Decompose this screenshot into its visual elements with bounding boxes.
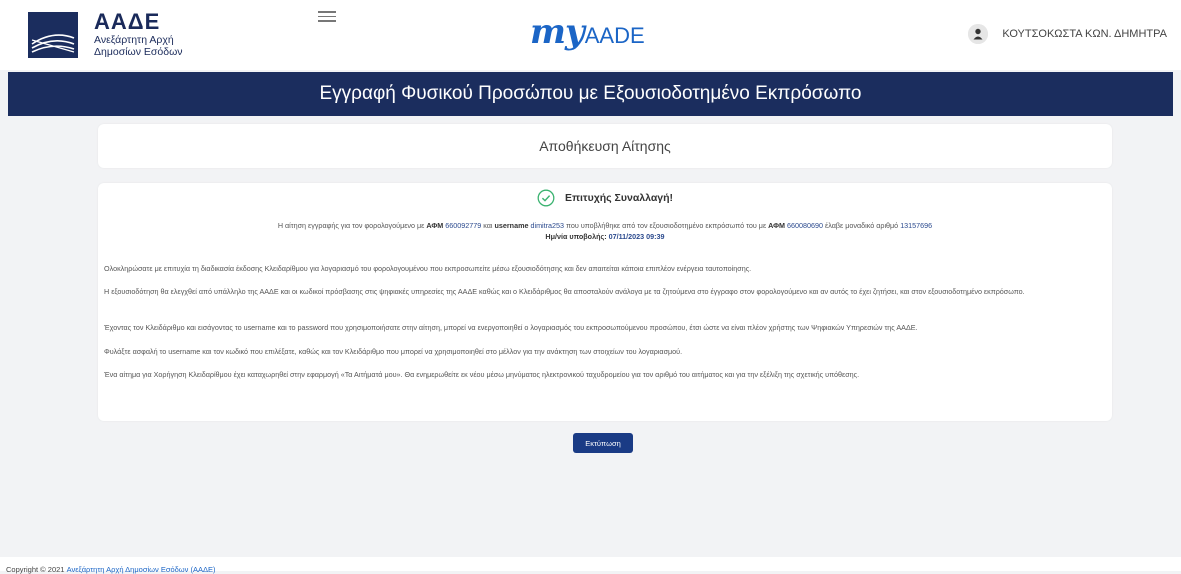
summary-text-3: που υποβλήθηκε από τον εξουσιοδοτημένο ε… [566,221,767,230]
application-summary: Η αίτηση εγγραφής για τον φορολογούμενο … [98,220,1112,242]
user-name: ΚΟΥΤΣΟΚΩΣΤΑ ΚΩΝ. ΔΗΜΗΤΡΑ [1002,28,1167,40]
afm-taxpayer: 660092779 [445,221,482,230]
info-paragraph-2: Η εξουσιοδότηση θα ελεγχθεί από υπάλληλο… [104,287,1025,296]
copyright: Copyright © 2021 Ανεξάρτητη Αρχή Δημοσίω… [6,565,216,574]
submission-date-value: 07/11/2023 09:39 [608,232,665,241]
afm-label-taxpayer: ΑΦΜ [426,221,444,230]
logo-subtitle-line1: Ανεξάρτητη Αρχή [94,34,174,46]
page-title: Εγγραφή Φυσικού Προσώπου με Εξουσιοδοτημ… [319,83,862,104]
success-header: Επιτυχής Συναλλαγή! [98,189,1112,207]
afm-representative: 660080690 [787,221,824,230]
info-paragraph-5: Ένα αίτημα για Χορήγηση Κλειδαρίθμου έχε… [104,370,860,379]
brand-my: my [530,12,585,52]
check-circle-icon [537,189,555,207]
summary-line: Η αίτηση εγγραφής για τον φορολογούμενο … [98,220,1112,231]
logo-subtitle-line2: Δημοσίων Εσόδων [94,46,183,58]
hamburger-menu-icon[interactable] [318,8,336,24]
myaade-brand[interactable]: my AADE [530,12,645,52]
logo-text: ΑΑΔΕ Ανεξάρτητη Αρχή Δημοσίων Εσόδων [94,9,183,59]
copyright-prefix: Copyright © 2021 [6,565,65,574]
afm-label-representative: ΑΦΜ [768,221,786,230]
info-paragraph-3: Έχοντας τον Κλειδάριθμο και εισάγοντας τ… [104,323,918,332]
copyright-link[interactable]: Ανεξάρτητη Αρχή Δημοσίων Εσόδων (ΑΑΔΕ) [67,565,216,574]
summary-text-4: έλαβε μοναδικό αριθμό [825,221,899,230]
success-title: Επιτυχής Συναλλαγή! [564,192,674,204]
application-number: 13157696 [900,221,933,230]
print-button[interactable]: Εκτύπωση [573,433,633,453]
user-menu[interactable]: ΚΟΥΤΣΟΚΩΣΤΑ ΚΩΝ. ΔΗΜΗΤΡΑ [968,24,1167,44]
info-paragraph-1: Ολοκληρώσατε με επιτυχία τη διαδικασία έ… [104,264,752,273]
result-card: Επιτυχής Συναλλαγή! Η αίτηση εγγραφής γι… [98,183,1112,421]
save-application-card: Αποθήκευση Αίτησης [98,124,1112,168]
aade-logo-icon[interactable] [28,12,78,58]
page-title-banner: Εγγραφή Φυσικού Προσώπου με Εξουσιοδοτημ… [8,72,1173,116]
username-value: dimitra253 [530,221,565,230]
submission-date-line: Ημ/νία υποβολής: 07/11/2023 09:39 [98,231,1112,242]
info-paragraph-4: Φυλάξτε ασφαλή το username και τον κωδικ… [104,347,683,356]
top-header: ΑΑΔΕ Ανεξάρτητη Αρχή Δημοσίων Εσόδων my … [0,0,1181,70]
summary-text-1: Η αίτηση εγγραφής για τον φορολογούμενο … [277,221,425,230]
brand-aade: AADE [584,23,645,48]
username-label: username [494,221,529,230]
user-avatar-icon [968,24,989,44]
save-card-title: Αποθήκευση Αίτησης [539,138,671,154]
summary-text-2: και [483,221,493,230]
submission-date-label: Ημ/νία υποβολής: [545,232,607,241]
logo-title: ΑΑΔΕ [94,9,161,34]
